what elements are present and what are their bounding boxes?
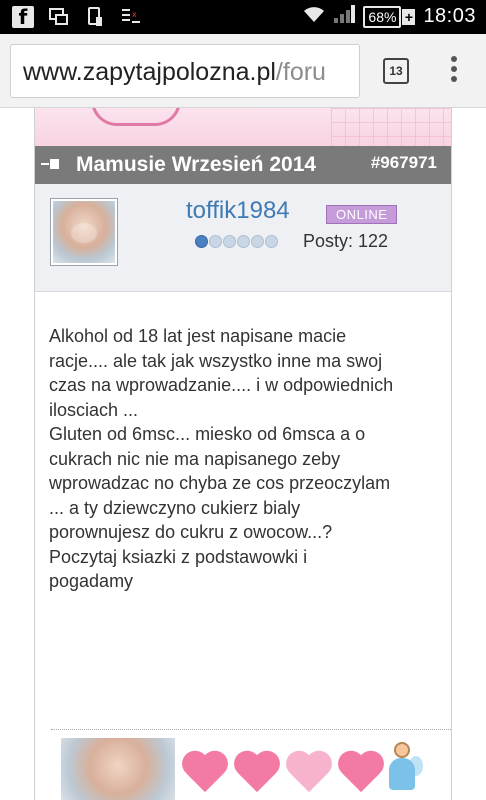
signal-settings-icon: x [120,6,142,28]
system-icons: 68% + 18:03 [303,4,476,29]
user-rank-indicator [195,235,278,248]
cell-signal-icon [333,4,356,29]
topic-title[interactable]: Mamusie Wrzesień 2014 [76,153,316,177]
screen-mirror-icon [48,6,70,28]
phone-storage-icon [84,6,106,28]
post-text-line: ilosciach ... [49,399,139,420]
post-number-link[interactable]: #967971 [371,153,437,173]
rank-dot [195,235,208,248]
heart-icon [335,746,387,796]
post-text-line: Poczytaj ksiazki z podstawowki i [49,546,308,567]
post-column: Mamusie Wrzesień 2014 #967971 toffik1984… [34,108,452,800]
wifi-icon [303,5,325,28]
charging-icon: + [402,8,416,25]
avatar[interactable] [50,198,118,266]
facebook-icon: f [12,5,34,29]
status-bar: f x 68% + 18:03 [0,0,486,34]
signature-photo [61,738,175,800]
url-domain: www.zapytajpolozna.pl [23,58,276,86]
post-text-line: pogadamy [49,571,134,591]
avatar-image [53,201,115,263]
post-count: Posty: 122 [303,231,389,251]
post-text-line: cukrach nic nie ma napisanego zeby [49,448,341,469]
topic-title-bar: Mamusie Wrzesień 2014 #967971 [35,146,451,184]
rank-dot [237,235,250,248]
post-text-line: racje.... ale tak jak wszystko inne ma s… [49,350,383,371]
author-username[interactable]: toffik1984 [186,197,290,225]
svg-text:x: x [132,10,137,19]
notification-icons: f x [12,5,142,29]
address-bar[interactable]: www.zapytajpolozna.pl/foru [10,44,360,98]
rank-dot [223,235,236,248]
post-text-line: ... a ty dziewczyno cukierz bialy [49,497,301,518]
rank-dot [265,235,278,248]
heart-icon [179,746,231,796]
overflow-menu-icon[interactable] [444,56,464,86]
online-status-badge: ONLINE [326,205,398,224]
post-author-box: toffik1984 ONLINE Posty: 122 [35,184,451,292]
post-text-line: czas na wprowadzanie.... i w odpowiednic… [49,375,394,395]
post-link-icon[interactable] [41,158,59,172]
signature-divider [51,729,451,730]
browser-toolbar: www.zapytajpolozna.pl/foru 13 [0,34,486,108]
banner-decoration [91,108,181,126]
heart-icon [231,746,283,796]
rank-dot [251,235,264,248]
post-text-line: Alkohol od 18 lat jest napisane macie [49,326,347,346]
banner-pattern [331,108,451,146]
url-path: /foru [275,58,326,86]
tab-switcher-button[interactable]: 13 [383,58,409,84]
heart-icon [283,746,335,796]
clock: 18:03 [423,5,476,27]
signature-hearts [179,746,387,796]
forum-page: Mamusie Wrzesień 2014 #967971 toffik1984… [0,108,486,800]
post-text-line: wprowadzac no chyba ze cos przeoczylam [49,473,391,493]
post-text-line: Gluten od 6msc... miesko od 6msca a o [49,424,366,444]
header-banner [35,108,451,146]
post-content: Alkohol od 18 lat jest napisane macie rac… [49,324,429,594]
battery-level: 68% [363,5,402,28]
post-text-line: porownujesz do cukru z owocow...? [49,522,333,542]
fairy-sticker [385,742,423,800]
battery-icon: 68% + [363,5,416,28]
rank-dot [209,235,222,248]
